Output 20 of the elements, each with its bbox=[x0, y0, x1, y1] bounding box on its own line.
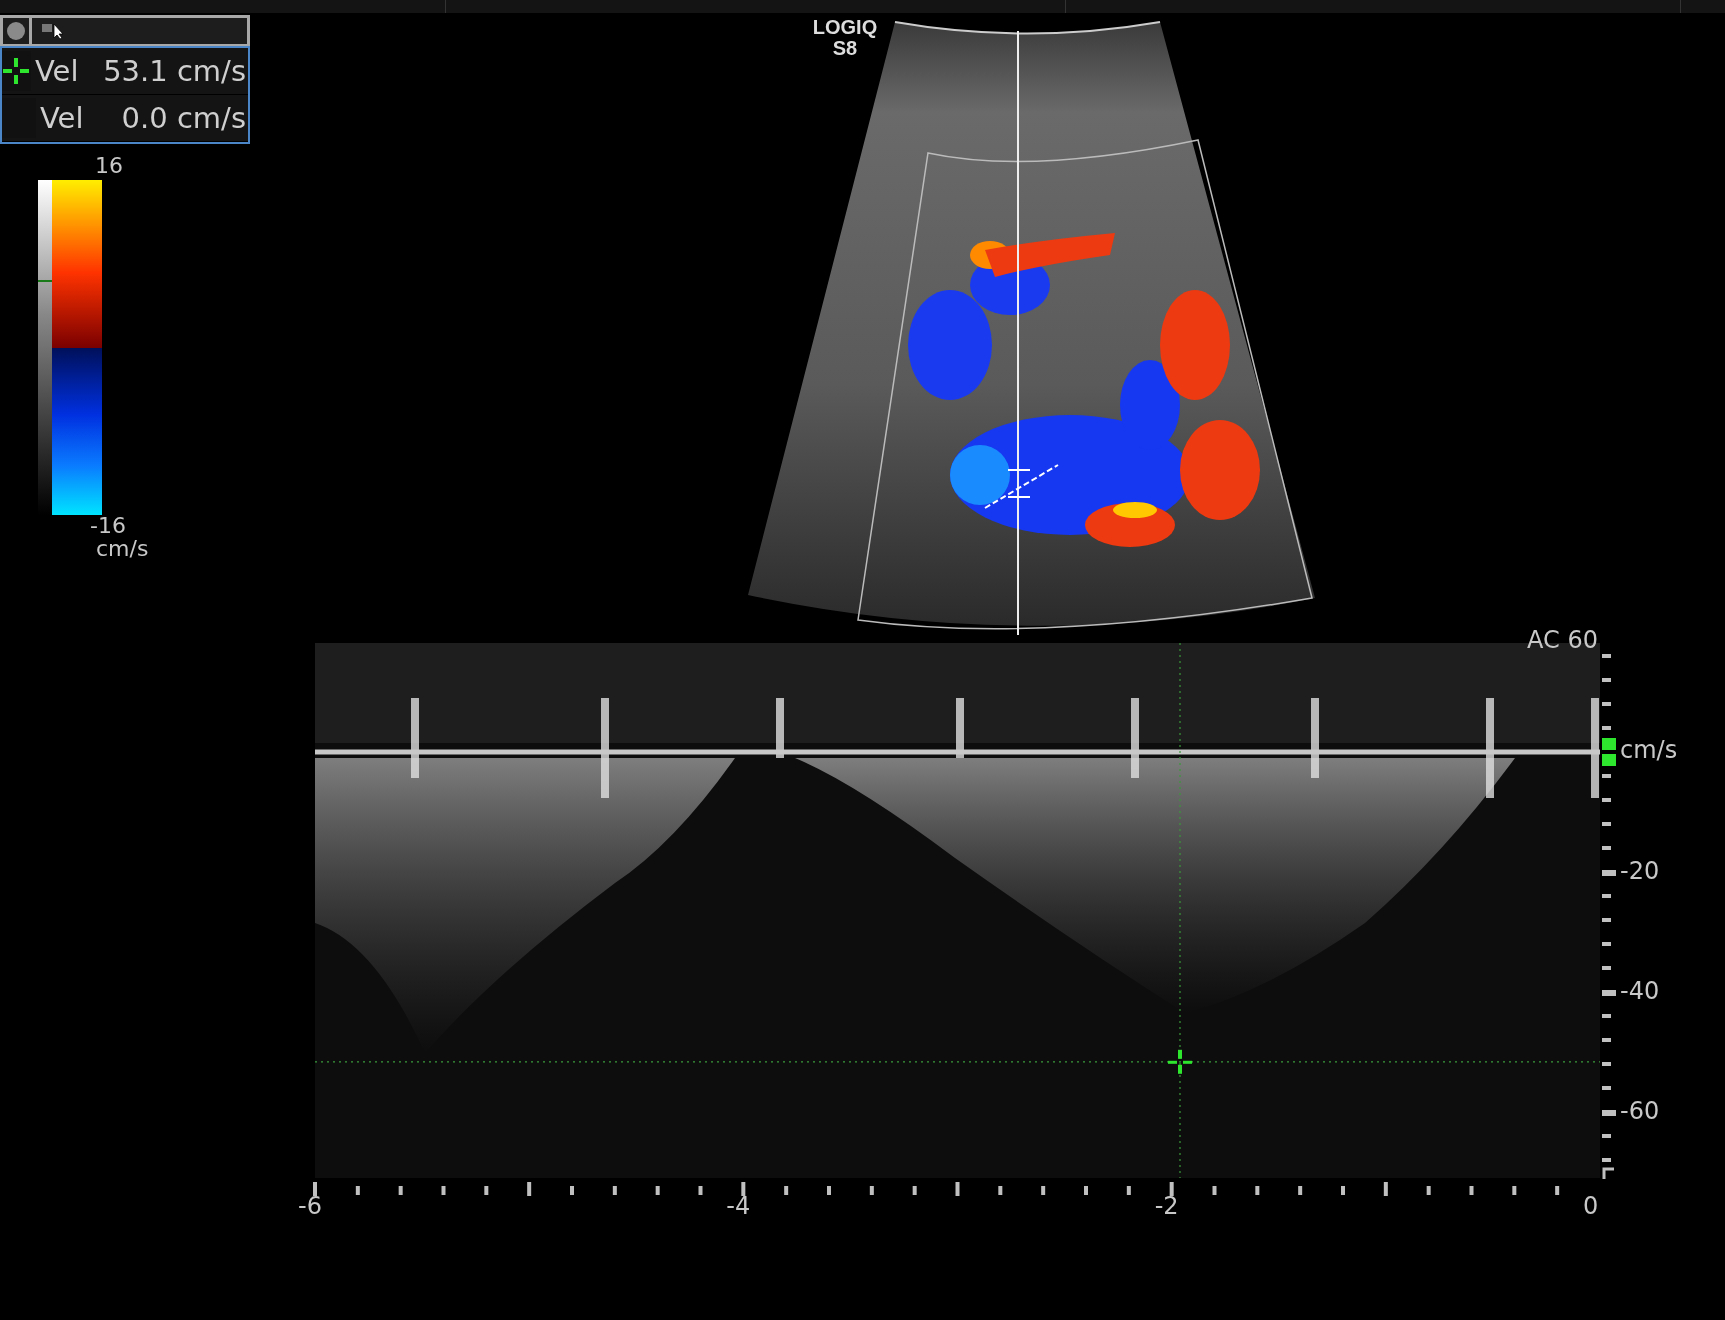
measurement-value: 53.1 cm/s bbox=[103, 54, 247, 88]
time-tick-label: -2 bbox=[1154, 1192, 1179, 1220]
measurement-value: 0.0 cm/s bbox=[120, 101, 247, 135]
cursor-icon bbox=[42, 22, 64, 40]
scale-unit-label: cm/s bbox=[96, 536, 149, 561]
scale-max-label: 16 bbox=[95, 153, 123, 178]
velocity-tick-label: -20 bbox=[1620, 857, 1660, 885]
time-tick-label: -4 bbox=[726, 1192, 751, 1220]
measurement-label: Vel bbox=[34, 54, 80, 88]
ac-label: AC 60 bbox=[1527, 626, 1598, 654]
time-tick-label: 0 bbox=[1583, 1192, 1599, 1220]
axis-unit-label: cm/s bbox=[1620, 736, 1678, 764]
measurement-label: Vel bbox=[40, 101, 85, 135]
circle-icon[interactable] bbox=[6, 21, 26, 41]
logo-text: LOGIQ bbox=[812, 17, 878, 38]
velocity-tick-label: -40 bbox=[1620, 977, 1660, 1005]
velocity-tick-label: -60 bbox=[1620, 1097, 1660, 1125]
model-text: S8 bbox=[832, 38, 858, 59]
scale-min-label: -16 bbox=[90, 513, 126, 538]
time-tick-label: -6 bbox=[298, 1192, 322, 1220]
